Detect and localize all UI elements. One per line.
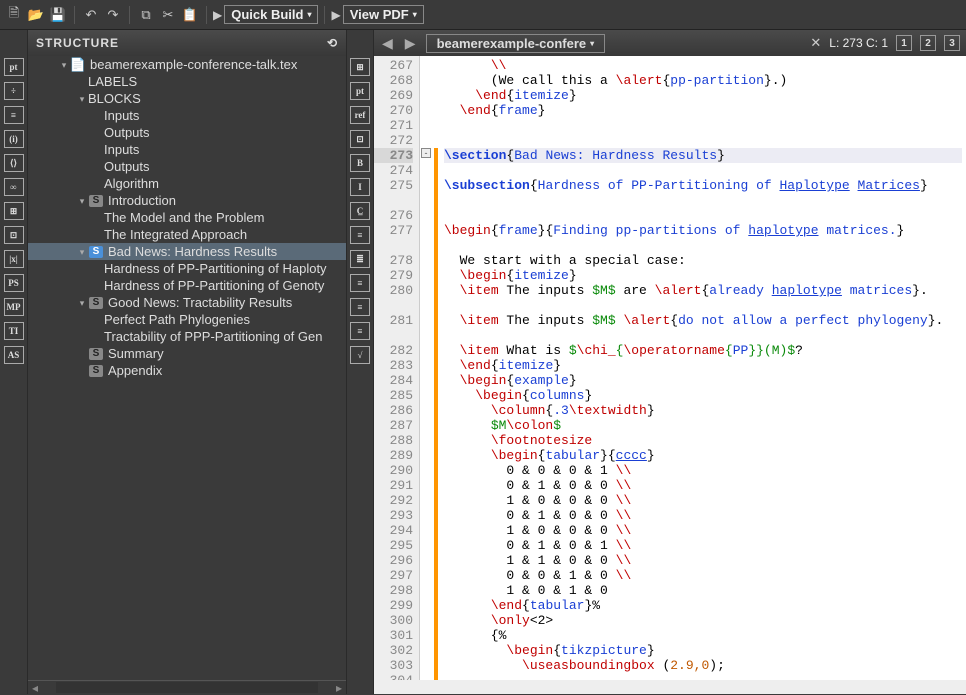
editor-action-button-8[interactable]: ≣ <box>350 250 370 268</box>
symbol-palette-button-3[interactable]: (i) <box>4 130 24 148</box>
editor-action-button-5[interactable]: I <box>350 178 370 196</box>
tree-item[interactable]: The Integrated Approach <box>28 226 346 243</box>
structure-tree[interactable]: ▾📄beamerexample-conference-talk.texLABEL… <box>28 56 346 680</box>
editor-action-button-3[interactable]: ⊡ <box>350 130 370 148</box>
run-icon[interactable]: ▶ <box>213 8 222 22</box>
fold-toggle-icon[interactable]: - <box>421 148 431 158</box>
tree-item[interactable]: SAppendix <box>28 362 346 379</box>
pane-2-button[interactable]: 2 <box>920 35 936 51</box>
tree-item[interactable]: The Model and the Problem <box>28 209 346 226</box>
symbol-palette-button-11[interactable]: TI <box>4 322 24 340</box>
editor-area: ◀ ▶ beamerexample-confere▾ ✕ L: 273 C: 1… <box>374 30 966 694</box>
symbol-palette-button-7[interactable]: ⊡ <box>4 226 24 244</box>
file-selector-dropdown[interactable]: beamerexample-confere▾ <box>426 34 606 53</box>
pane-1-button[interactable]: 1 <box>896 35 912 51</box>
structure-sync-icon[interactable]: ⟲ <box>327 36 338 50</box>
editor-hscrollbar[interactable] <box>374 680 966 694</box>
save-file-icon[interactable]: 💾 <box>48 5 68 25</box>
editor-action-button-2[interactable]: ref <box>350 106 370 124</box>
change-gutter <box>434 56 440 680</box>
structure-panel: STRUCTURE ⟲ ▾📄beamerexample-conference-t… <box>28 30 346 694</box>
tree-item[interactable]: ▾BLOCKS <box>28 90 346 107</box>
editor-action-button-12[interactable]: √ <box>350 346 370 364</box>
main-toolbar: 🗎 📂 💾 ↶ ↷ ⧉ ✂ 📋 ▶ Quick Build▾ ▶ View PD… <box>0 0 966 30</box>
tree-item[interactable]: Perfect Path Phylogenies <box>28 311 346 328</box>
tree-item[interactable]: ▾SGood News: Tractability Results <box>28 294 346 311</box>
tree-item[interactable]: LABELS <box>28 73 346 90</box>
tree-item[interactable]: Outputs <box>28 124 346 141</box>
symbol-palette-button-9[interactable]: PS <box>4 274 24 292</box>
cut-icon[interactable]: ✂ <box>158 5 178 25</box>
new-file-icon[interactable]: 🗎 <box>4 5 24 25</box>
symbol-palette-button-1[interactable]: ÷ <box>4 82 24 100</box>
change-marker <box>434 148 438 680</box>
tree-item[interactable]: Inputs <box>28 107 346 124</box>
tree-item[interactable]: Hardness of PP-Partitioning of Haploty <box>28 260 346 277</box>
separator <box>129 6 130 24</box>
symbol-palette-button-12[interactable]: AS <box>4 346 24 364</box>
tree-item[interactable]: Hardness of PP-Partitioning of Genoty <box>28 277 346 294</box>
tree-item[interactable]: Algorithm <box>28 175 346 192</box>
symbol-palette-button-2[interactable]: ≡ <box>4 106 24 124</box>
editor-action-button-1[interactable]: pt <box>350 82 370 100</box>
redo-icon[interactable]: ↷ <box>103 5 123 25</box>
structure-title: STRUCTURE <box>36 36 119 50</box>
line-number-gutter: 2672682692702712722732742752762772782792… <box>374 56 420 680</box>
tree-item[interactable]: SSummary <box>28 345 346 362</box>
symbol-palette-button-0[interactable]: pt <box>4 58 24 76</box>
symbol-palette-button-10[interactable]: MP <box>4 298 24 316</box>
editor-action-button-9[interactable]: ≡ <box>350 274 370 292</box>
undo-icon[interactable]: ↶ <box>81 5 101 25</box>
editor-action-button-11[interactable]: ≡ <box>350 322 370 340</box>
tree-item[interactable]: ▾SIntroduction <box>28 192 346 209</box>
pane-3-button[interactable]: 3 <box>944 35 960 51</box>
symbol-palette-button-5[interactable]: ∞ <box>4 178 24 196</box>
editor-action-button-4[interactable]: B <box>350 154 370 172</box>
cursor-position: L: 273 C: 1 <box>829 36 888 50</box>
left-symbol-toolbar: pt ÷ ≡ (i) ⟨⟩ ∞ ⊞ ⊡ |x| PS MP TI AS <box>0 30 28 694</box>
symbol-palette-button-4[interactable]: ⟨⟩ <box>4 154 24 172</box>
separator <box>206 6 207 24</box>
tree-item[interactable]: ▾📄beamerexample-conference-talk.tex <box>28 56 346 73</box>
separator <box>324 6 325 24</box>
separator <box>74 6 75 24</box>
structure-hscrollbar[interactable]: ◂ ▸ <box>28 680 346 694</box>
open-file-icon[interactable]: 📂 <box>26 5 46 25</box>
paste-icon[interactable]: 📋 <box>180 5 200 25</box>
tree-item[interactable]: Outputs <box>28 158 346 175</box>
close-tab-icon[interactable]: ✕ <box>810 35 821 51</box>
view-pdf-dropdown[interactable]: View PDF▾ <box>343 5 424 24</box>
code-content[interactable]: \\ (We call this a \alert{pp-partition}.… <box>440 56 966 680</box>
code-editor[interactable]: 2672682692702712722732742752762772782792… <box>374 56 966 680</box>
run-view-icon[interactable]: ▶ <box>331 8 340 22</box>
structure-header: STRUCTURE ⟲ <box>28 30 346 56</box>
editor-action-button-6[interactable]: C̲ <box>350 202 370 220</box>
tree-item[interactable]: ▾SBad News: Hardness Results <box>28 243 346 260</box>
fold-gutter[interactable]: - <box>420 56 434 680</box>
editor-tab-bar: ◀ ▶ beamerexample-confere▾ ✕ L: 273 C: 1… <box>374 30 966 56</box>
symbol-palette-button-8[interactable]: |x| <box>4 250 24 268</box>
copy-icon[interactable]: ⧉ <box>136 5 156 25</box>
nav-back-icon[interactable]: ◀ <box>380 35 395 52</box>
nav-forward-icon[interactable]: ▶ <box>403 35 418 52</box>
tree-item[interactable]: Inputs <box>28 141 346 158</box>
editor-action-button-7[interactable]: ≡ <box>350 226 370 244</box>
tree-item[interactable]: Tractability of PPP-Partitioning of Gen <box>28 328 346 345</box>
symbol-palette-button-6[interactable]: ⊞ <box>4 202 24 220</box>
editor-action-button-10[interactable]: ≡ <box>350 298 370 316</box>
editor-action-toolbar: ⊞ pt ref ⊡ BI C̲ ≡ ≣ ≡ ≡ ≡ √ <box>346 30 374 694</box>
editor-action-button-0[interactable]: ⊞ <box>350 58 370 76</box>
quick-build-dropdown[interactable]: Quick Build▾ <box>224 5 318 24</box>
